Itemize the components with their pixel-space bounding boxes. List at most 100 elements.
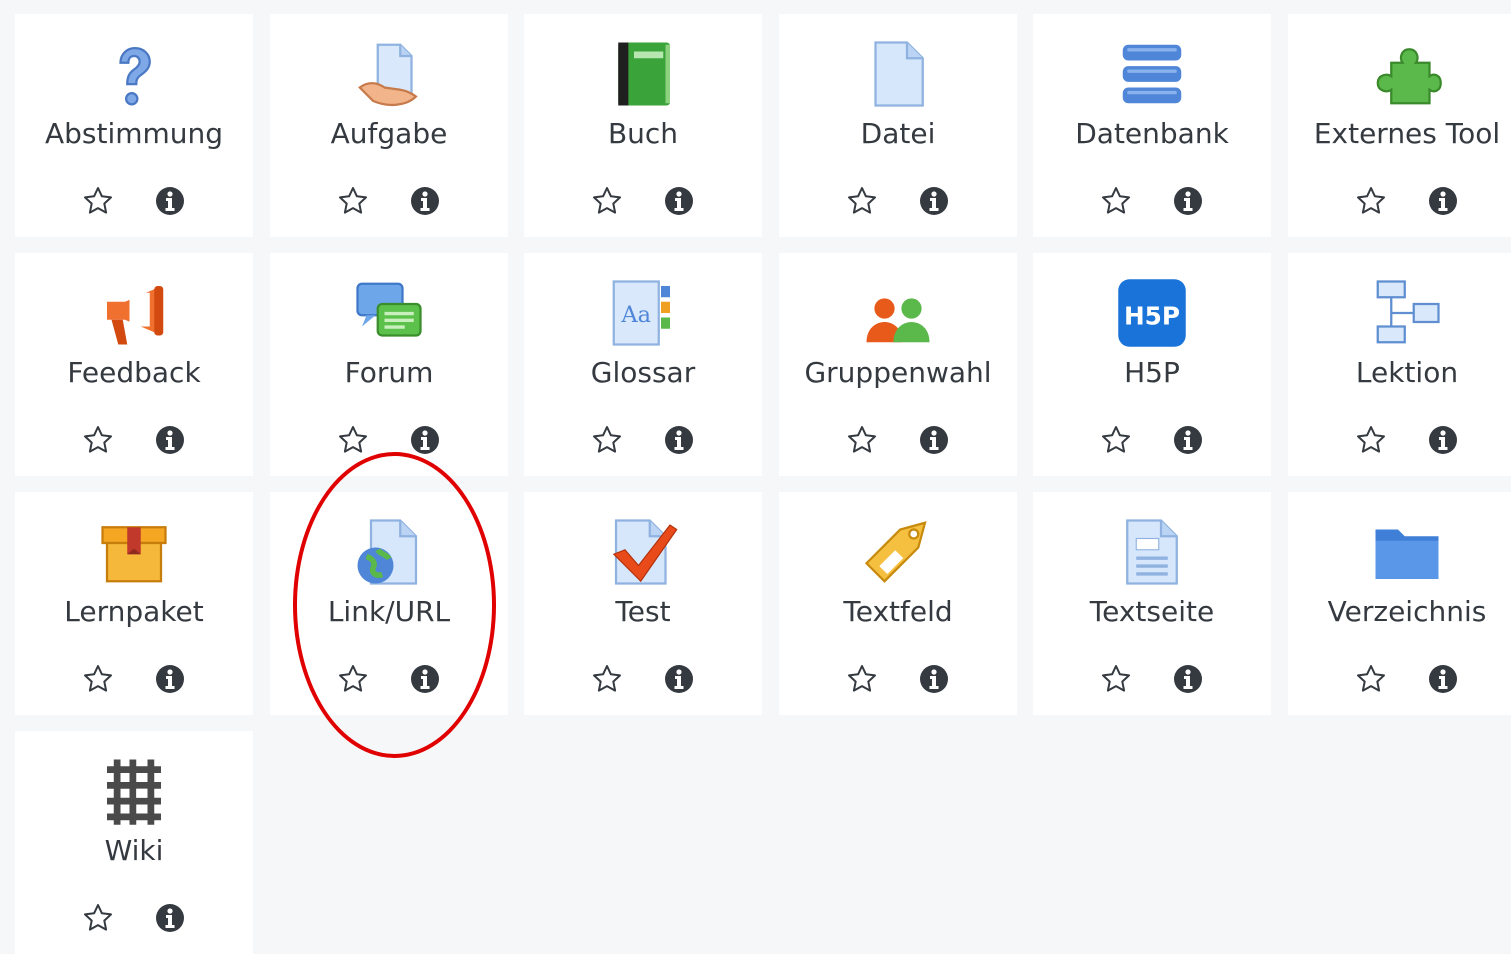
info-icon[interactable] <box>1419 177 1467 225</box>
info-icon[interactable] <box>401 177 449 225</box>
info-icon[interactable] <box>910 655 958 703</box>
activity-name: Textfeld <box>843 595 953 628</box>
activity-card-gruppenwahl[interactable]: Gruppenwahl <box>779 253 1017 476</box>
activity-name: Lektion <box>1355 356 1459 389</box>
activity-actions <box>329 655 449 703</box>
star-outline-icon[interactable] <box>74 177 122 225</box>
star-outline-icon[interactable] <box>583 655 631 703</box>
file-icon <box>860 36 936 112</box>
activity-card-feedback[interactable]: Feedback <box>15 253 253 476</box>
activity-name: Feedback <box>67 356 201 389</box>
star-outline-icon[interactable] <box>838 416 886 464</box>
activity-actions <box>1347 655 1467 703</box>
info-icon[interactable] <box>146 416 194 464</box>
folder-icon <box>1369 514 1445 590</box>
activity-actions <box>583 177 703 225</box>
activity-chooser-grid: Abstimmung Aufgabe Buch Datei Datenbank Exter… <box>0 0 1511 954</box>
choice-icon <box>96 36 172 112</box>
activity-name: Gruppenwahl <box>804 356 992 389</box>
activity-name: Link/URL <box>327 595 451 628</box>
activity-card-lektion[interactable]: Lektion <box>1288 253 1511 476</box>
info-icon[interactable] <box>1164 177 1212 225</box>
activity-card-h5p[interactable]: H5P H5P <box>1033 253 1271 476</box>
star-outline-icon[interactable] <box>583 416 631 464</box>
activity-name: Test <box>615 595 671 628</box>
info-icon[interactable] <box>146 177 194 225</box>
activity-card-textseite[interactable]: Textseite <box>1033 492 1271 715</box>
activity-actions <box>583 416 703 464</box>
activity-actions <box>329 177 449 225</box>
lesson-icon <box>1369 275 1445 351</box>
label-tag-icon <box>860 514 936 590</box>
info-icon[interactable] <box>1419 655 1467 703</box>
star-outline-icon[interactable] <box>74 655 122 703</box>
info-icon[interactable] <box>401 655 449 703</box>
star-outline-icon[interactable] <box>583 177 631 225</box>
group-choice-icon <box>860 275 936 351</box>
activity-actions <box>74 416 194 464</box>
activity-name: Externes Tool <box>1313 117 1501 150</box>
activity-name: Datenbank <box>1075 117 1229 150</box>
svg-text:H5P: H5P <box>1124 301 1180 330</box>
activity-actions <box>583 655 703 703</box>
activity-card-forum[interactable]: Forum <box>270 253 508 476</box>
activity-actions <box>74 655 194 703</box>
info-icon[interactable] <box>401 416 449 464</box>
star-outline-icon[interactable] <box>1347 416 1395 464</box>
activity-card-buch[interactable]: Buch <box>524 14 762 237</box>
star-outline-icon[interactable] <box>1092 416 1140 464</box>
activity-card-lernpaket[interactable]: Lernpaket <box>15 492 253 715</box>
feedback-icon <box>96 275 172 351</box>
activity-card-glossar[interactable]: Aa Glossar <box>524 253 762 476</box>
activity-name: Buch <box>607 117 679 150</box>
activity-card-externes-tool[interactable]: Externes Tool <box>1288 14 1511 237</box>
activity-card-link-url[interactable]: Link/URL <box>270 492 508 715</box>
info-icon[interactable] <box>1164 655 1212 703</box>
activity-actions <box>74 894 194 942</box>
activity-card-wiki[interactable]: Wiki <box>15 731 253 954</box>
quiz-icon <box>605 514 681 590</box>
activity-card-datei[interactable]: Datei <box>779 14 1017 237</box>
info-icon[interactable] <box>910 416 958 464</box>
info-icon[interactable] <box>910 177 958 225</box>
star-outline-icon[interactable] <box>838 655 886 703</box>
glossary-icon: Aa <box>605 275 681 351</box>
activity-card-datenbank[interactable]: Datenbank <box>1033 14 1271 237</box>
activity-name: Forum <box>344 356 434 389</box>
activity-card-textfeld[interactable]: Textfeld <box>779 492 1017 715</box>
activity-actions <box>74 177 194 225</box>
assignment-icon <box>351 36 427 112</box>
activity-actions <box>1347 177 1467 225</box>
forum-icon <box>351 275 427 351</box>
info-icon[interactable] <box>1164 416 1212 464</box>
info-icon[interactable] <box>655 655 703 703</box>
package-icon <box>96 514 172 590</box>
activity-actions <box>838 177 958 225</box>
star-outline-icon[interactable] <box>1092 177 1140 225</box>
star-outline-icon[interactable] <box>1347 177 1395 225</box>
info-icon[interactable] <box>146 655 194 703</box>
activity-actions <box>1092 655 1212 703</box>
star-outline-icon[interactable] <box>74 416 122 464</box>
star-outline-icon[interactable] <box>1347 655 1395 703</box>
info-icon[interactable] <box>655 177 703 225</box>
info-icon[interactable] <box>146 894 194 942</box>
star-outline-icon[interactable] <box>838 177 886 225</box>
external-tool-icon <box>1369 36 1445 112</box>
star-outline-icon[interactable] <box>329 177 377 225</box>
wiki-icon <box>96 753 172 829</box>
info-icon[interactable] <box>655 416 703 464</box>
activity-card-verzeichnis[interactable]: Verzeichnis <box>1288 492 1511 715</box>
star-outline-icon[interactable] <box>329 416 377 464</box>
activity-card-test[interactable]: Test <box>524 492 762 715</box>
star-outline-icon[interactable] <box>74 894 122 942</box>
star-outline-icon[interactable] <box>1092 655 1140 703</box>
activity-actions <box>1092 177 1212 225</box>
activity-card-abstimmung[interactable]: Abstimmung <box>15 14 253 237</box>
star-outline-icon[interactable] <box>329 655 377 703</box>
activity-card-aufgabe[interactable]: Aufgabe <box>270 14 508 237</box>
book-icon <box>605 36 681 112</box>
info-icon[interactable] <box>1419 416 1467 464</box>
activity-name: H5P <box>1124 356 1180 389</box>
activity-actions <box>1347 416 1467 464</box>
